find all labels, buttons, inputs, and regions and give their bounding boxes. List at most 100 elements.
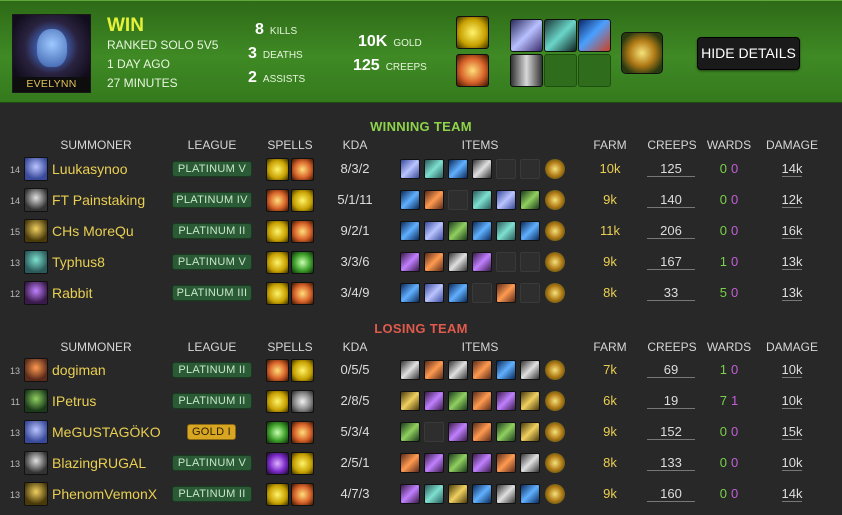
damage-value[interactable]: 10k xyxy=(763,393,821,409)
champion-avatar[interactable] xyxy=(24,157,48,181)
creeps-value[interactable]: 125 xyxy=(647,161,695,177)
item-icon[interactable] xyxy=(400,221,420,241)
item-icon[interactable] xyxy=(424,159,444,179)
trinket-icon[interactable] xyxy=(545,391,565,411)
creeps-value[interactable]: 19 xyxy=(647,393,695,409)
trinket-icon[interactable] xyxy=(545,453,565,473)
player-row[interactable]: 13 MeGUSTAGÖKO GOLD I 5/3/4 9k 152 0 0 15k xyxy=(0,417,842,448)
champion-avatar[interactable] xyxy=(24,281,48,305)
creeps-value[interactable]: 206 xyxy=(647,223,695,239)
item-icon[interactable] xyxy=(496,360,516,380)
item-icon[interactable] xyxy=(424,453,444,473)
heal-spell-icon[interactable] xyxy=(291,251,314,274)
champion-avatar[interactable] xyxy=(24,389,48,413)
item-icon[interactable] xyxy=(496,391,516,411)
item-icon[interactable] xyxy=(472,484,492,504)
trinket-icon[interactable] xyxy=(545,422,565,442)
flash-spell-icon[interactable] xyxy=(266,220,289,243)
item-icon[interactable] xyxy=(400,484,420,504)
item-icon[interactable] xyxy=(472,190,492,210)
summoner-name[interactable]: BlazingRUGAL xyxy=(52,455,146,471)
item-icon[interactable] xyxy=(448,422,468,442)
trinket-icon[interactable] xyxy=(621,32,663,74)
damage-value[interactable]: 10k xyxy=(763,455,821,471)
item-icon[interactable] xyxy=(400,190,420,210)
item-armor-icon[interactable] xyxy=(510,54,543,87)
creeps-value[interactable]: 69 xyxy=(647,362,695,378)
item-icon[interactable] xyxy=(424,221,444,241)
player-row[interactable]: 13 BlazingRUGAL PLATINUM V 2/5/1 8k 133 0 0 10k xyxy=(0,448,842,479)
damage-value[interactable]: 12k xyxy=(763,192,821,208)
summoner-name[interactable]: Luukasynoo xyxy=(52,161,128,177)
item-icon[interactable] xyxy=(400,283,420,303)
item-icon[interactable] xyxy=(472,422,492,442)
item-icon[interactable] xyxy=(448,391,468,411)
champion-avatar[interactable] xyxy=(24,451,48,475)
player-row[interactable]: 12 Rabbit PLATINUM III 3/4/9 8k 33 5 0 13k xyxy=(0,278,842,309)
ignite-spell-icon[interactable] xyxy=(291,282,314,305)
creeps-value[interactable]: 33 xyxy=(647,285,695,301)
flash-spell-icon[interactable] xyxy=(266,483,289,506)
item-icon[interactable] xyxy=(520,360,540,380)
ignite-spell-icon[interactable] xyxy=(456,54,489,87)
ignite-spell-icon[interactable] xyxy=(291,483,314,506)
item-icon[interactable] xyxy=(496,422,516,442)
item-icon[interactable] xyxy=(424,283,444,303)
item-icon[interactable] xyxy=(496,221,516,241)
trinket-icon[interactable] xyxy=(545,252,565,272)
item-icon[interactable] xyxy=(424,391,444,411)
item-icon[interactable] xyxy=(496,283,516,303)
ignite-spell-icon[interactable] xyxy=(291,421,314,444)
trinket-icon[interactable] xyxy=(545,221,565,241)
damage-value[interactable]: 14k xyxy=(763,161,821,177)
item-icon[interactable] xyxy=(400,252,420,272)
item-icon[interactable] xyxy=(448,360,468,380)
champion-portrait[interactable]: EVELYNN xyxy=(12,14,91,93)
item-icon[interactable] xyxy=(520,190,540,210)
flash-spell-icon[interactable] xyxy=(266,251,289,274)
item-icon[interactable] xyxy=(472,453,492,473)
creeps-value[interactable]: 140 xyxy=(647,192,695,208)
summoner-name[interactable]: dogiman xyxy=(52,362,106,378)
trinket-icon[interactable] xyxy=(545,484,565,504)
item-icon[interactable] xyxy=(400,453,420,473)
item-boots-icon[interactable] xyxy=(544,19,577,52)
damage-value[interactable]: 16k xyxy=(763,223,821,239)
item-icon[interactable] xyxy=(448,159,468,179)
damage-value[interactable]: 15k xyxy=(763,424,821,440)
summoner-name[interactable]: Rabbit xyxy=(52,285,92,301)
trinket-icon[interactable] xyxy=(545,283,565,303)
summoner-name[interactable]: IPetrus xyxy=(52,393,96,409)
item-icon[interactable] xyxy=(496,484,516,504)
flash-spell-icon[interactable] xyxy=(291,359,314,382)
player-row[interactable]: 13 Typhus8 PLATINUM V 3/3/6 9k 167 1 0 13k xyxy=(0,247,842,278)
item-icon[interactable] xyxy=(520,391,540,411)
champion-avatar[interactable] xyxy=(24,358,48,382)
creeps-value[interactable]: 167 xyxy=(647,254,695,270)
champion-avatar[interactable] xyxy=(24,420,48,444)
champion-avatar[interactable] xyxy=(24,219,48,243)
item-icon[interactable] xyxy=(472,252,492,272)
item-icon[interactable] xyxy=(448,221,468,241)
player-row[interactable]: 14 Luukasynoo PLATINUM V 8/3/2 10k 125 0 0 14k xyxy=(0,154,842,185)
item-icon[interactable] xyxy=(472,221,492,241)
summoner-name[interactable]: CHs MoreQu xyxy=(52,223,134,239)
summoner-name[interactable]: PhenomVemonX xyxy=(52,486,157,502)
player-row[interactable]: 15 CHs MoreQu PLATINUM II 9/2/1 11k 206 0 0 16k xyxy=(0,216,842,247)
flash-spell-icon[interactable] xyxy=(266,390,289,413)
ignite-spell-icon[interactable] xyxy=(266,359,289,382)
damage-value[interactable]: 13k xyxy=(763,285,821,301)
item-icon[interactable] xyxy=(520,453,540,473)
creeps-value[interactable]: 133 xyxy=(647,455,695,471)
item-icon[interactable] xyxy=(520,484,540,504)
damage-value[interactable]: 10k xyxy=(763,362,821,378)
item-icon[interactable] xyxy=(496,453,516,473)
trinket-icon[interactable] xyxy=(545,360,565,380)
summoner-name[interactable]: Typhus8 xyxy=(52,254,105,270)
item-icon[interactable] xyxy=(496,190,516,210)
creeps-value[interactable]: 160 xyxy=(647,486,695,502)
summoner-name[interactable]: MeGUSTAGÖKO xyxy=(52,424,161,440)
player-row[interactable]: 14 FT Painstaking PLATINUM IV 5/1/11 9k 140 0 0… xyxy=(0,185,842,216)
champion-avatar[interactable] xyxy=(24,482,48,506)
exhaust-spell-icon[interactable] xyxy=(291,390,314,413)
